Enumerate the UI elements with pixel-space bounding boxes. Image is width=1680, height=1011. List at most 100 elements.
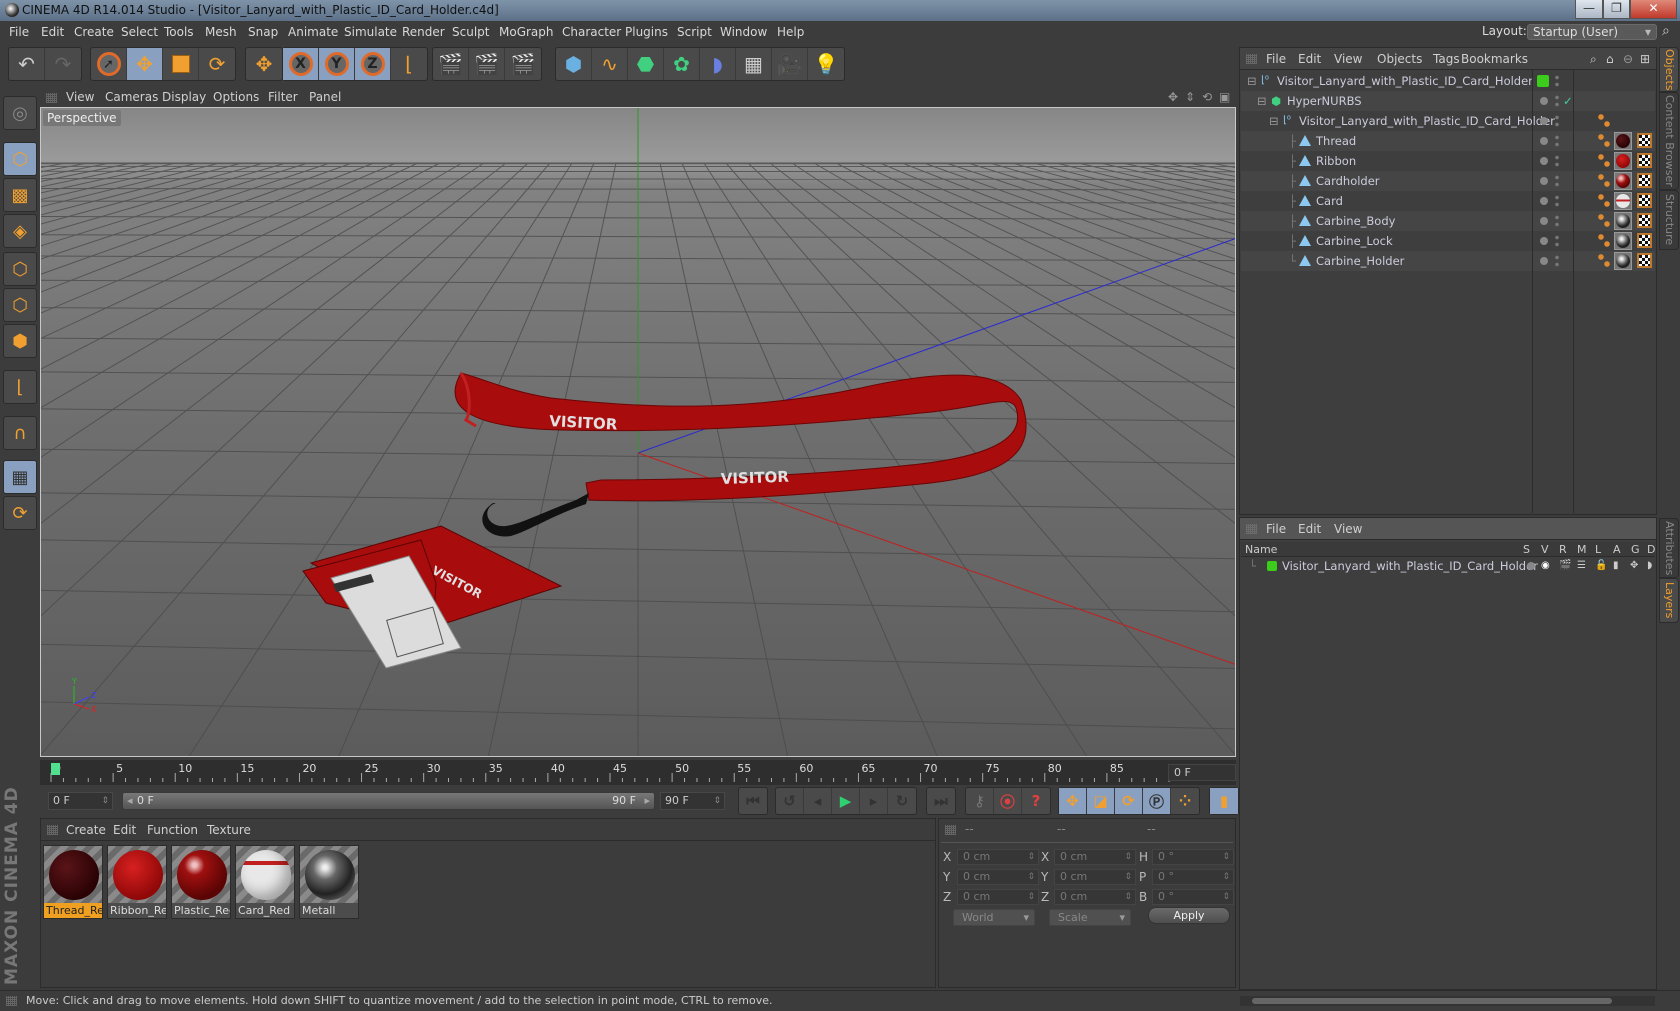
tab-structure[interactable]: Structure — [1659, 190, 1679, 250]
material-menu-texture[interactable]: Texture — [207, 819, 251, 841]
material-tag-icon[interactable] — [1614, 252, 1632, 270]
size-z-field[interactable]: 0 cm — [1054, 889, 1136, 905]
points-mode-icon[interactable]: ⬡ — [3, 252, 37, 286]
column-locked[interactable]: L — [1595, 542, 1601, 557]
object-row[interactable]: └ Carbine_Holder — [1241, 251, 1655, 271]
material-tag-icon[interactable] — [1614, 232, 1632, 250]
menu-snap[interactable]: Snap — [248, 21, 278, 44]
pla-key-icon[interactable]: ⁘ — [1171, 788, 1199, 814]
play-icon[interactable]: ▶ — [832, 788, 860, 814]
column-divider[interactable] — [1532, 70, 1533, 513]
tab-attributes[interactable]: Attributes — [1659, 518, 1679, 578]
redo-icon[interactable]: ↷ — [45, 48, 81, 80]
material-tag-icon[interactable] — [1614, 152, 1632, 170]
deformer-icon[interactable]: ◗ — [700, 48, 736, 80]
position-y-field[interactable]: 0 cm — [957, 869, 1039, 885]
nurbs-icon[interactable]: ⬣ — [628, 48, 664, 80]
maximize-button[interactable]: ❐ — [1603, 0, 1630, 19]
viewport-menu-filter[interactable]: Filter — [268, 87, 298, 107]
texture-mode-icon[interactable]: ▩ — [3, 178, 37, 212]
z-axis-lock-icon[interactable]: Z — [355, 48, 391, 80]
phong-tag-icon[interactable] — [1598, 134, 1610, 148]
planar-workplane-icon[interactable]: ⟳ — [3, 496, 37, 530]
timeline-window-icon[interactable]: ▮ — [1210, 788, 1238, 814]
viewport-menu-display[interactable]: Display — [162, 87, 206, 107]
goto-next-key-icon[interactable]: ↻ — [888, 788, 916, 814]
menu-sculpt[interactable]: Sculpt — [452, 21, 489, 44]
material-swatch[interactable]: Thread_Red — [43, 845, 103, 919]
render-view-icon[interactable]: 🎬 — [433, 48, 469, 80]
viewport-menu-options[interactable]: Options — [213, 87, 259, 107]
rotation-h-field[interactable]: 0 ° — [1152, 849, 1234, 865]
render-toggle-icon[interactable]: 🎬 — [1559, 557, 1571, 575]
uvw-tag-icon[interactable] — [1637, 193, 1652, 208]
visibility-toggle[interactable] — [1555, 74, 1559, 88]
deformers-toggle-icon[interactable]: ◗ — [1647, 557, 1652, 575]
size-y-field[interactable]: 0 cm — [1054, 869, 1136, 885]
menu-render[interactable]: Render — [402, 21, 445, 44]
layer-dot[interactable] — [1540, 177, 1548, 185]
menu-tools[interactable]: Tools — [164, 21, 194, 44]
live-selection-icon[interactable]: ➚ — [91, 48, 127, 80]
viewport-menu-panel[interactable]: Panel — [309, 87, 341, 107]
goto-start-icon[interactable]: ⏮ — [739, 788, 767, 814]
menu-create[interactable]: Create — [74, 21, 114, 44]
pan-view-icon[interactable]: ✥ — [1168, 87, 1178, 107]
column-solo[interactable]: S — [1523, 542, 1530, 557]
spline-icon[interactable]: ∿ — [592, 48, 628, 80]
polygons-mode-icon[interactable]: ⬢ — [3, 324, 37, 358]
object-row[interactable]: ├ Card — [1241, 191, 1655, 211]
layer-menu-file[interactable]: File — [1266, 518, 1286, 540]
phong-tag-icon[interactable] — [1598, 234, 1610, 248]
visibility-toggle[interactable] — [1555, 174, 1559, 188]
apply-button[interactable]: Apply — [1148, 907, 1230, 924]
light-icon[interactable]: 💡 — [808, 48, 844, 80]
zoom-view-icon[interactable]: ⇕ — [1185, 87, 1195, 107]
current-frame-field[interactable]: 0 F — [1168, 764, 1236, 781]
panel-grip[interactable] — [47, 825, 58, 835]
layer-color-swatch[interactable] — [1267, 561, 1277, 571]
array-icon[interactable]: ✿ — [664, 48, 700, 80]
solo-toggle[interactable] — [1527, 562, 1535, 570]
3d-viewport[interactable]: VISITOR VISITOR VISITOR Y Z X Perspectiv… — [40, 107, 1236, 757]
material-menu-edit[interactable]: Edit — [113, 819, 136, 841]
scale-icon[interactable] — [163, 48, 199, 80]
uvw-tag-icon[interactable] — [1637, 173, 1652, 188]
object-row[interactable]: ⊟ ⌊⁰ Visitor_Lanyard_with_Plastic_ID_Car… — [1241, 71, 1655, 91]
axis-mode-icon[interactable]: ⌊ — [3, 370, 37, 404]
object-row[interactable]: ├ Carbine_Lock — [1241, 231, 1655, 251]
view-toggle-eye-icon[interactable]: ◉ — [1541, 557, 1550, 575]
material-swatch[interactable]: Metall — [299, 845, 359, 919]
material-swatch[interactable]: Plastic_Red — [171, 845, 231, 919]
material-menu-function[interactable]: Function — [147, 819, 198, 841]
menu-file[interactable]: File — [9, 21, 29, 44]
uvw-tag-icon[interactable] — [1637, 233, 1652, 248]
frame-range-slider[interactable]: ◂ 0 F 90 F ▸ — [122, 792, 655, 810]
coordinate-system-dropdown[interactable]: World — [953, 909, 1035, 926]
layer-dot[interactable] — [1540, 237, 1548, 245]
menu-mesh[interactable]: Mesh — [205, 21, 237, 44]
column-animation[interactable]: A — [1613, 542, 1621, 557]
menu-simulate[interactable]: Simulate — [344, 21, 397, 44]
material-tag-icon[interactable] — [1614, 212, 1632, 230]
panel-grip[interactable] — [6, 996, 17, 1006]
horizontal-scrollbar[interactable] — [1240, 996, 1655, 1006]
object-row[interactable]: ├ Cardholder — [1241, 171, 1655, 191]
menu-mograph[interactable]: MoGraph — [499, 21, 554, 44]
panel-grip[interactable] — [1246, 524, 1257, 534]
column-view[interactable]: V — [1541, 542, 1549, 557]
object-menu-file[interactable]: File — [1266, 48, 1286, 70]
menu-script[interactable]: Script — [677, 21, 712, 44]
object-row[interactable]: ⊟ ⌊⁰ Visitor_Lanyard_with_Plastic_ID_Car… — [1241, 111, 1655, 131]
animation-toggle-icon[interactable]: ▮ — [1613, 557, 1619, 575]
object-row[interactable]: ├ Ribbon — [1241, 151, 1655, 171]
rotation-b-field[interactable]: 0 ° — [1152, 889, 1234, 905]
object-row[interactable]: ├ Carbine_Body — [1241, 211, 1655, 231]
visibility-toggle[interactable] — [1555, 134, 1559, 148]
layer-dot[interactable] — [1540, 117, 1548, 125]
minimize-button[interactable]: — — [1575, 0, 1603, 19]
material-swatch[interactable]: Ribbon_Red — [107, 845, 167, 919]
layer-menu-view[interactable]: View — [1334, 518, 1362, 540]
column-generators[interactable]: G — [1631, 542, 1640, 557]
cube-primitive-icon[interactable]: ⬢ — [556, 48, 592, 80]
